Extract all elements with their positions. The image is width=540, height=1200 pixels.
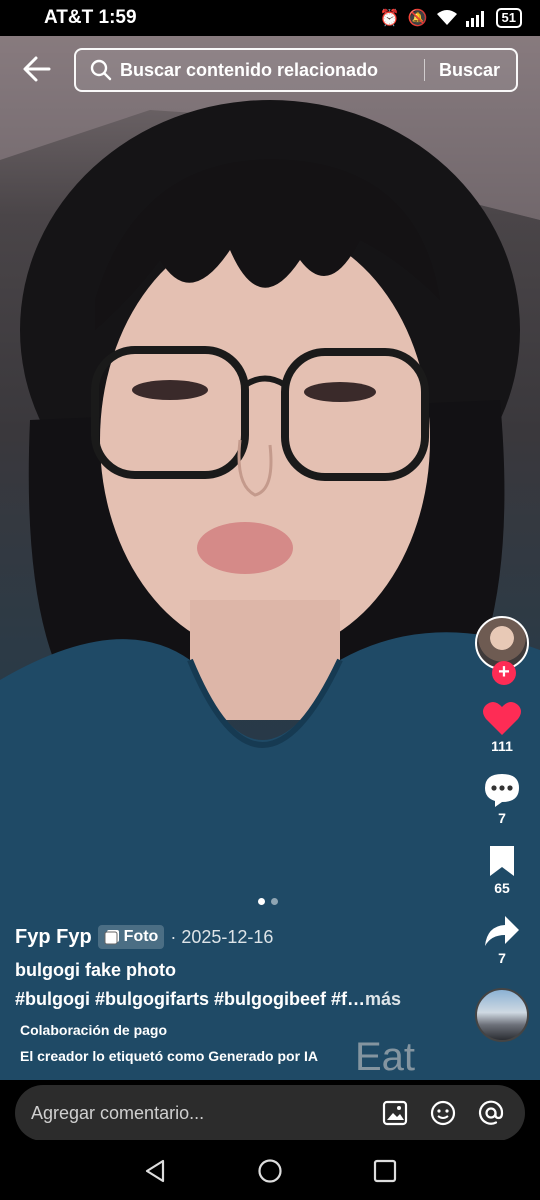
top-bar: Buscar contenido relacionado Buscar (0, 48, 540, 94)
post-date: · 2025-12-16 (170, 926, 274, 947)
like-action[interactable]: 111 (474, 700, 530, 754)
comment-action[interactable]: 7 (474, 772, 530, 826)
comment-placeholder[interactable]: Agregar comentario... (31, 1103, 381, 1124)
ai-generated-label: El creador lo etiquetó como Generado por… (20, 1048, 318, 1064)
system-nav-bar (0, 1140, 540, 1200)
search-icon (90, 59, 112, 81)
photo-badge: Foto (97, 925, 165, 949)
comment-input[interactable]: Agregar comentario... (15, 1085, 525, 1141)
signal-icon (465, 11, 484, 27)
music-disc[interactable] (475, 988, 529, 1042)
post-photo[interactable]: Eat (0, 0, 540, 1080)
status-icons: ⏰ 🔕 51 (380, 8, 522, 28)
alarm-icon: ⏰ (379, 10, 400, 27)
wifi-icon (436, 10, 457, 25)
heart-icon (483, 701, 521, 735)
save-count: 65 (494, 880, 510, 896)
search-divider (423, 59, 425, 81)
arrow-left-icon (23, 56, 51, 82)
home-nav-icon[interactable] (257, 1158, 283, 1184)
creator-username[interactable]: Fyp Fyp (15, 926, 92, 949)
mute-icon: 🔕 (407, 10, 428, 27)
back-nav-icon[interactable] (142, 1158, 168, 1184)
carrier-time: AT&T 1:59 (44, 7, 137, 28)
slide-dot (271, 898, 278, 905)
bookmark-icon (490, 846, 514, 876)
search-bar[interactable]: Buscar contenido relacionado Buscar (74, 48, 518, 92)
creator-avatar[interactable]: + (475, 616, 529, 685)
search-button[interactable]: Buscar (439, 60, 500, 81)
save-action[interactable]: 65 (474, 844, 530, 896)
emoji-icon[interactable] (429, 1099, 457, 1127)
post-hashtags[interactable]: #bulgogi #bulgogifarts #bulgogibeef #f…m… (15, 989, 465, 1010)
photo-badge-label: Foto (123, 928, 159, 945)
hashtags-text[interactable]: #bulgogi #bulgogifarts #bulgogibeef #f… (15, 989, 365, 1009)
comment-area: Agregar comentario... (0, 1080, 540, 1141)
comment-icon (485, 774, 519, 807)
photo-icon (104, 930, 119, 945)
slide-dot-active (258, 898, 265, 905)
share-count: 7 (498, 950, 506, 966)
share-action[interactable]: 7 (474, 914, 530, 966)
more-link[interactable]: más (365, 989, 401, 1009)
back-button[interactable] (22, 54, 56, 88)
post-caption: Fyp Fyp Foto · 2025-12-16 bulgogi fake p… (15, 922, 465, 1064)
recents-nav-icon[interactable] (372, 1158, 398, 1184)
mention-icon[interactable] (477, 1099, 505, 1127)
battery-icon: 51 (495, 8, 522, 28)
comment-count: 7 (498, 810, 506, 826)
action-column: + 111 7 65 7 (474, 616, 530, 1042)
like-count: 111 (491, 738, 513, 754)
slide-indicator (258, 898, 278, 905)
search-input[interactable]: Buscar contenido relacionado (120, 60, 424, 81)
paid-collab-label: Colaboración de pago (20, 1022, 168, 1038)
status-bar: AT&T 1:59 ⏰ 🔕 51 (0, 0, 540, 36)
image-icon[interactable] (381, 1099, 409, 1127)
post-description: bulgogi fake photo (15, 960, 176, 980)
follow-button[interactable]: + (492, 661, 516, 685)
share-icon (485, 916, 519, 946)
